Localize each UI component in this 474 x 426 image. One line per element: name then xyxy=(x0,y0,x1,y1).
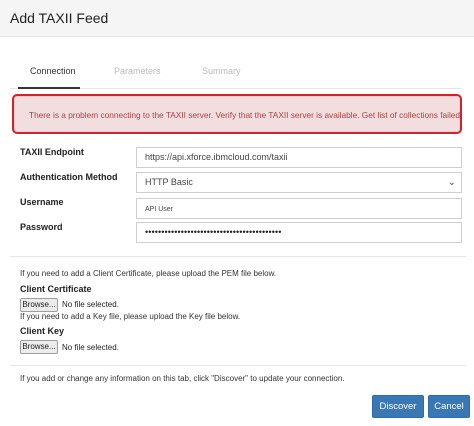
endpoint-label: TAXII Endpoint xyxy=(20,147,84,157)
tab-summary[interactable]: Summary xyxy=(202,66,241,76)
tab-bar: Connection Parameters Summary xyxy=(18,60,468,88)
client-cert-file-status: No file selected. xyxy=(62,300,119,309)
dialog-header: Add TAXII Feed xyxy=(0,0,474,37)
auth-method-select[interactable]: HTTP Basic ⌄ xyxy=(136,172,462,193)
client-key-label: Client Key xyxy=(20,326,65,336)
username-label: Username xyxy=(20,197,64,207)
endpoint-input[interactable]: https://api.xforce.ibmcloud.com/taxii xyxy=(136,147,462,168)
client-cert-label: Client Certificate xyxy=(20,284,92,294)
discover-button[interactable]: Discover xyxy=(372,395,424,418)
username-input[interactable]: API User xyxy=(136,198,462,219)
client-cert-note: If you need to add a Client Certificate,… xyxy=(20,269,277,278)
error-alert: There is a problem connecting to the TAX… xyxy=(12,94,463,134)
password-input[interactable]: ••••••••••••••••••••••••••••••••••••••••… xyxy=(136,222,462,243)
cancel-button[interactable]: Cancel xyxy=(428,395,470,418)
section-divider xyxy=(10,256,466,257)
password-label: Password xyxy=(20,222,63,232)
auth-method-value: HTTP Basic xyxy=(145,177,193,187)
dialog-title: Add TAXII Feed xyxy=(10,10,109,26)
chevron-down-icon: ⌄ xyxy=(447,177,456,188)
endpoint-value: https://api.xforce.ibmcloud.com/taxii xyxy=(145,152,288,162)
footer-divider xyxy=(10,365,466,366)
client-key-note: If you need to add a Key file, please up… xyxy=(20,312,241,321)
username-value: API User xyxy=(145,206,174,213)
auth-method-label: Authentication Method xyxy=(20,172,118,182)
client-key-file-status: No file selected. xyxy=(62,343,119,352)
active-tab-indicator xyxy=(18,87,80,89)
client-cert-browse-button[interactable]: Browse... xyxy=(20,298,58,312)
tab-connection[interactable]: Connection xyxy=(30,66,76,76)
password-value: ••••••••••••••••••••••••••••••••••••••••… xyxy=(145,227,282,237)
footer-note: If you add or change any information on … xyxy=(20,374,345,383)
client-key-browse-button[interactable]: Browse... xyxy=(20,340,58,354)
error-message: There is a problem connecting to the TAX… xyxy=(29,110,463,120)
tab-parameters[interactable]: Parameters xyxy=(114,66,161,76)
